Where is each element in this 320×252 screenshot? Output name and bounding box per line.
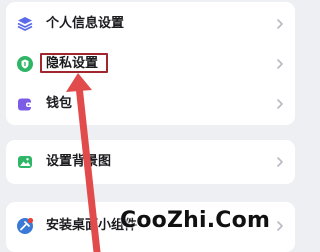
row-background[interactable]: 设置背景图 (6, 142, 295, 182)
row-personal-info[interactable]: 个人信息设置 (6, 4, 295, 44)
watermark-text: CooZhi.Com (120, 208, 271, 233)
wallet-icon (16, 95, 34, 113)
chevron-right-icon (273, 219, 287, 233)
chevron-right-icon (273, 97, 287, 111)
chevron-right-icon (273, 17, 287, 31)
settings-group-appearance: 设置背景图 (6, 140, 295, 184)
chevron-right-icon (273, 155, 287, 169)
image-icon (16, 153, 34, 171)
row-personal-info-label: 个人信息设置 (46, 16, 125, 31)
privacy-highlight-box (40, 53, 108, 73)
widget-icon (16, 217, 34, 235)
shield-icon (16, 55, 34, 73)
row-wallet[interactable]: 钱包 (6, 84, 295, 124)
row-wallet-label: 钱包 (46, 96, 73, 111)
row-background-label: 设置背景图 (46, 154, 112, 169)
chevron-right-icon (273, 57, 287, 71)
layers-icon (16, 15, 34, 33)
